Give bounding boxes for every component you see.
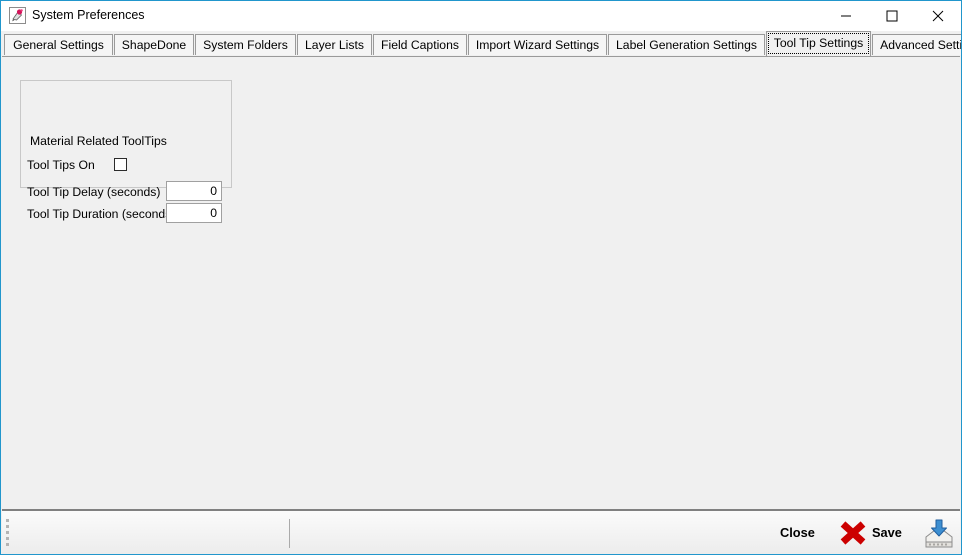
- tool-tip-duration-label: Tool Tip Duration (seconds): [27, 207, 176, 221]
- window-close-button[interactable]: [915, 1, 961, 30]
- tab-label: System Folders: [203, 38, 288, 52]
- tool-tip-duration-input[interactable]: [166, 203, 222, 223]
- tab-tool-tip-settings[interactable]: Tool Tip Settings: [766, 31, 871, 56]
- tab-shapedone[interactable]: ShapeDone: [114, 34, 194, 55]
- tab-field-captions[interactable]: Field Captions: [373, 34, 467, 55]
- title-bar: System Preferences: [1, 1, 961, 31]
- minimize-icon: [841, 15, 851, 16]
- tab-label: Advanced Settings: [880, 38, 962, 52]
- save-button-label: Save: [872, 525, 902, 540]
- save-disk-icon: [922, 517, 956, 554]
- close-button-label: Close: [780, 525, 815, 540]
- tab-label: Tool Tip Settings: [773, 36, 864, 50]
- tool-tip-delay-input[interactable]: [166, 181, 222, 201]
- tab-label: Field Captions: [381, 38, 459, 52]
- tool-tips-on-label: Tool Tips On: [27, 158, 95, 172]
- maximize-icon: [886, 10, 898, 21]
- tab-advanced-settings[interactable]: Advanced Settings: [872, 34, 962, 55]
- tab-label: General Settings: [13, 38, 104, 52]
- tool-tips-on-checkbox[interactable]: [114, 158, 127, 171]
- application-icon: [9, 7, 26, 24]
- tool-tip-delay-label: Tool Tip Delay (seconds): [27, 185, 161, 199]
- tab-general-settings[interactable]: General Settings: [4, 34, 113, 55]
- maximize-button[interactable]: [869, 1, 915, 30]
- tab-label: Import Wizard Settings: [475, 38, 600, 52]
- close-icon: [932, 10, 944, 21]
- tab-layer-lists[interactable]: Layer Lists: [297, 34, 372, 55]
- tab-content-panel: Material Related ToolTips Tool Tips On T…: [2, 57, 960, 510]
- red-x-icon: [838, 519, 868, 552]
- resize-grip-icon[interactable]: [6, 519, 10, 546]
- minimize-button[interactable]: [823, 1, 869, 30]
- system-preferences-window: System Preferences General Settings Shap…: [0, 0, 962, 555]
- tab-label: Label Generation Settings: [616, 38, 757, 52]
- window-title: System Preferences: [32, 8, 145, 22]
- tab-label: ShapeDone: [121, 38, 187, 52]
- close-button[interactable]: Close: [780, 517, 868, 549]
- tab-label: Layer Lists: [305, 38, 364, 52]
- status-bar-separator: [289, 519, 290, 548]
- status-bar: Close Save: [2, 509, 960, 554]
- tab-import-wizard-settings[interactable]: Import Wizard Settings: [468, 34, 607, 55]
- tab-system-folders[interactable]: System Folders: [195, 34, 296, 55]
- tab-label-generation-settings[interactable]: Label Generation Settings: [608, 34, 765, 55]
- group-legend: Material Related ToolTips: [27, 134, 170, 148]
- tab-strip: General Settings ShapeDone System Folder…: [2, 31, 962, 57]
- save-button[interactable]: Save: [872, 517, 956, 549]
